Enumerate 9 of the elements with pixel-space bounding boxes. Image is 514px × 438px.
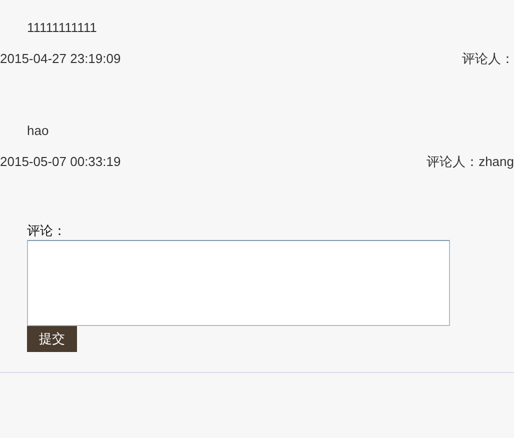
comment-author: 评论人：zhang — [426, 153, 514, 171]
comment-author: 评论人： — [462, 50, 514, 68]
submit-button[interactable]: 提交 — [27, 326, 77, 352]
comment-text: hao — [27, 122, 49, 140]
comment-field[interactable] — [27, 240, 450, 326]
comment-text: 11111111111 — [27, 19, 97, 37]
comment-time: 2015-04-27 23:19:09 — [0, 50, 121, 68]
comment-time: 2015-05-07 00:33:19 — [0, 153, 121, 171]
comment-label: 评论： — [27, 222, 66, 240]
